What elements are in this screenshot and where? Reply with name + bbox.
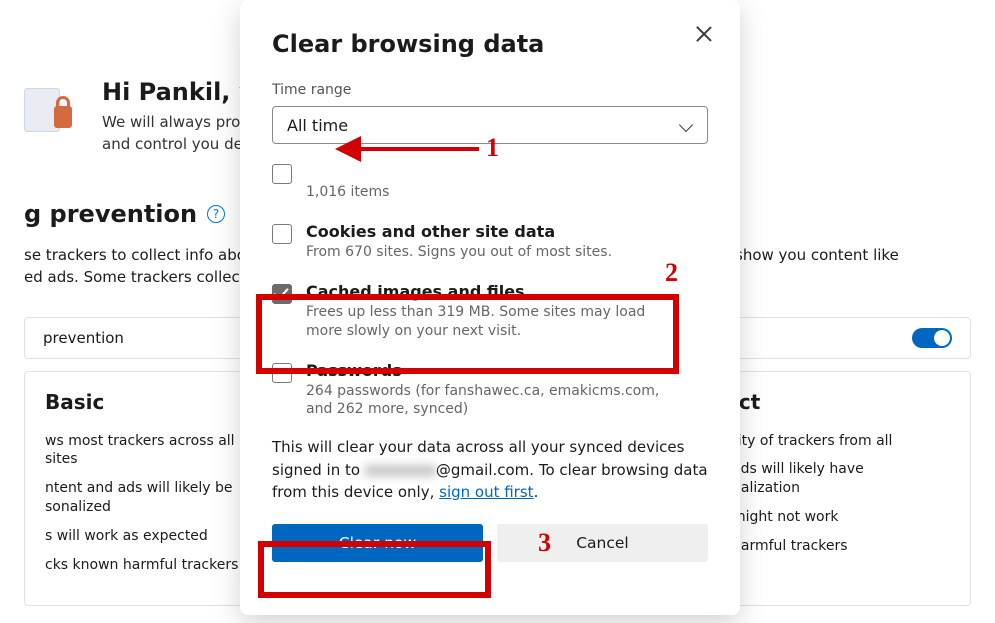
- option-title: Cookies and other site data: [306, 222, 612, 241]
- checkbox[interactable]: [272, 164, 292, 184]
- dialog-title: Clear browsing data: [272, 30, 708, 58]
- clear-browsing-data-dialog: Clear browsing data Time range All time …: [240, 0, 740, 615]
- annotation-number-2: 2: [665, 258, 678, 288]
- chevron-down-icon: [679, 118, 693, 132]
- time-range-value: All time: [287, 116, 348, 135]
- close-icon[interactable]: [694, 24, 714, 44]
- sync-warning-text: This will clear your data across all you…: [272, 436, 708, 504]
- option-title: Cached images and files: [306, 282, 666, 301]
- data-types-list: Download history 1,016 items Cookies and…: [272, 164, 708, 422]
- option-download-history[interactable]: Download history 1,016 items: [272, 164, 708, 214]
- option-sub: 264 passwords (for fanshawec.ca, emakicm…: [306, 382, 666, 420]
- sign-out-first-link[interactable]: sign out first: [439, 483, 533, 501]
- clear-now-button[interactable]: Clear now: [272, 524, 483, 562]
- option-cookies[interactable]: Cookies and other site data From 670 sit…: [272, 214, 708, 274]
- time-range-label: Time range: [272, 82, 708, 98]
- checkbox[interactable]: [272, 224, 292, 244]
- checkbox[interactable]: [272, 363, 292, 383]
- option-sub: Frees up less than 319 MB. Some sites ma…: [306, 303, 666, 341]
- option-passwords[interactable]: Passwords 264 passwords (for fanshawec.c…: [272, 353, 708, 422]
- annotation-number-1: 1: [486, 133, 499, 163]
- option-title: Passwords: [306, 361, 666, 380]
- checkbox[interactable]: [272, 284, 292, 304]
- option-sub: From 670 sites. Signs you out of most si…: [306, 243, 612, 262]
- option-sub: 1,016 items: [306, 183, 464, 202]
- cancel-button[interactable]: Cancel: [497, 524, 708, 562]
- annotation-number-3: 3: [538, 528, 551, 558]
- option-cached-images[interactable]: Cached images and files Frees up less th…: [272, 274, 708, 353]
